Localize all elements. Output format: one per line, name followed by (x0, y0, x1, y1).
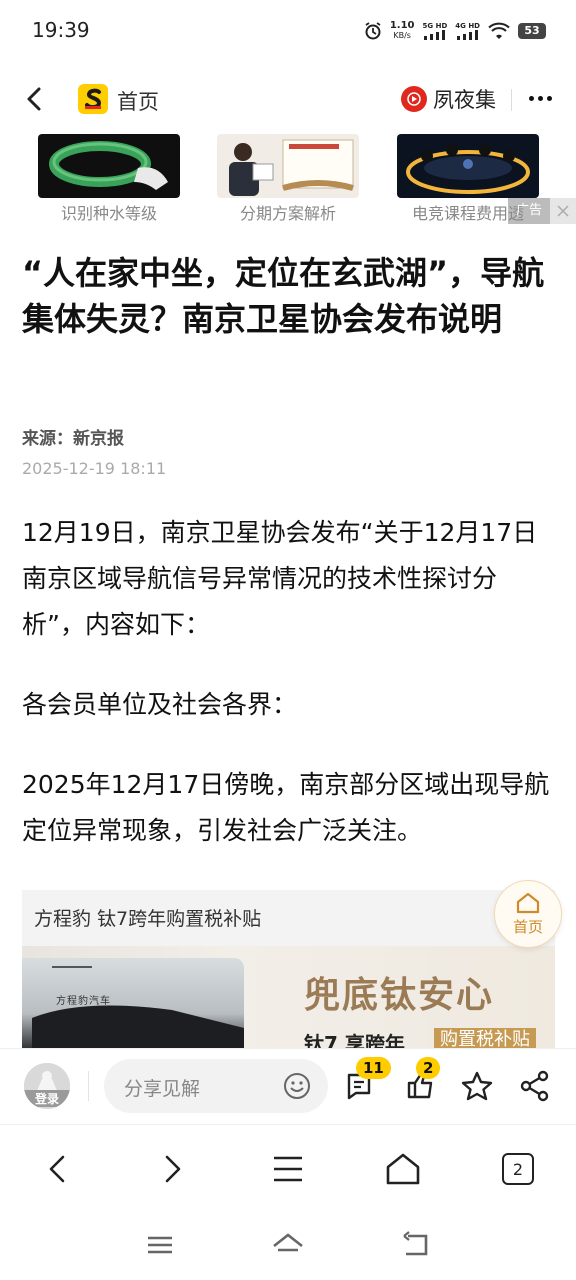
ad-brand: 方程豹汽车 (56, 996, 111, 1007)
signal-4g-label: 4G HD (455, 22, 480, 30)
login-label: 登录 (24, 1090, 70, 1107)
back-button[interactable] (20, 84, 50, 114)
signal-4g: 4G HD (455, 22, 480, 40)
ad-slogan: 兜底钛安心 (304, 974, 495, 1016)
home-link[interactable]: 首页 (117, 86, 159, 116)
article-paragraph: 2025年12月17日傍晚，南京部分区域出现导航定位异常现象，引发社会广泛关注。 (22, 770, 550, 845)
menu-icon (274, 1156, 302, 1182)
dot-icon (528, 95, 534, 101)
in-article-ad[interactable]: 方程豹 钛7跨年购置税补贴 方程豹汽车 兜底钛安心 钛7 享跨年 购置税补贴 (22, 890, 555, 1050)
avatar[interactable]: 登录 (24, 1063, 70, 1109)
home-icon (516, 892, 540, 913)
signal-5g: 5G HD (422, 22, 448, 40)
ad-title: 方程豹 钛7跨年购置税补贴 (34, 908, 262, 930)
system-nav-bar (0, 1214, 576, 1280)
comment-button[interactable]: 11 (344, 1057, 391, 1103)
battery-indicator: 53 (518, 23, 546, 39)
article-paragraph: 12月19日，南京卫星协会发布“关于12月17日南京区域导航信号异常情况的技术性… (22, 518, 538, 639)
chevron-right-icon (165, 1155, 181, 1183)
dot-icon (537, 95, 543, 101)
article-paragraph: 各会员单位及社会各界： (22, 690, 298, 719)
ad-tag: 广告 (507, 198, 576, 224)
status-time: 19:39 (32, 18, 90, 42)
chevron-left-icon (27, 87, 41, 111)
net-speed-unit: KB/s (393, 31, 411, 40)
wifi-icon (488, 22, 510, 39)
browser-toolbar: 2 (0, 1124, 576, 1214)
signal-5g-label: 5G HD (422, 22, 448, 30)
favorite-button[interactable] (460, 1069, 494, 1103)
comment-bar: 登录 分享见解 11 2 (0, 1048, 576, 1124)
share-button[interactable] (518, 1069, 552, 1103)
logo-s-icon (85, 88, 102, 110)
browser-home-button[interactable] (383, 1149, 423, 1189)
browser-forward-button[interactable] (152, 1149, 192, 1189)
dot-icon (546, 95, 552, 101)
ad-image: 方程豹汽车 兜底钛安心 钛7 享跨年 购置税补贴 (22, 946, 555, 1050)
net-speed-value: 1.10 (389, 20, 415, 31)
comment-count-badge: 11 (356, 1057, 391, 1079)
ad-caption: 分期方案解析 (239, 204, 336, 223)
floating-home-label: 首页 (512, 917, 543, 936)
nav-divider (511, 89, 512, 111)
more-menu-button[interactable] (524, 82, 556, 114)
recents-icon[interactable] (142, 1230, 178, 1260)
alarm-icon (365, 22, 381, 40)
emoji-icon[interactable] (282, 1071, 312, 1101)
system-home-icon[interactable] (270, 1230, 306, 1260)
ad-card-finance[interactable]: 分期方案解析 (217, 134, 359, 223)
signal-icon (456, 30, 478, 40)
ad-thumb-finance (217, 134, 359, 198)
app-badge-label: 夙夜集 (433, 88, 496, 112)
share-input[interactable]: 分享见解 (104, 1059, 328, 1113)
status-bar: 19:39 1.10 KB/s 5G HD 4G HD 53 (0, 0, 576, 60)
tab-count: 2 (502, 1153, 534, 1185)
ad-strip: 识别种水等级 分期方案解析 电竞课程费用透 (0, 134, 576, 226)
ad-car-image: 方程豹汽车 (22, 958, 244, 1050)
article-title: “人在家中坐，定位在玄武湖”，导航集体失灵？南京卫星协会发布说明 (22, 254, 545, 338)
browser-tabs-button[interactable]: 2 (498, 1149, 538, 1189)
ad-thumb-jade (38, 134, 180, 198)
top-nav: 首页 夙夜集 (0, 72, 576, 128)
ad-caption: 识别种水等级 (60, 204, 157, 223)
ad-close-button[interactable] (550, 198, 576, 224)
signal-icon (423, 30, 445, 40)
ad-subtag: 购置税补贴 (434, 1028, 536, 1050)
browser-back-button[interactable] (38, 1149, 78, 1189)
app-badge[interactable]: 夙夜集 (401, 84, 496, 114)
ad-label: 广告 (507, 198, 550, 224)
browser-menu-button[interactable] (268, 1149, 308, 1189)
article-source[interactable]: 来源：新京报 (22, 424, 124, 449)
share-placeholder: 分享见解 (124, 1078, 201, 1100)
comment-bar-divider (88, 1071, 89, 1101)
status-icons: 1.10 KB/s 5G HD 4G HD 53 (364, 18, 546, 44)
star-icon (461, 1071, 493, 1101)
home-icon (386, 1153, 420, 1185)
ad-thumb-esports (397, 134, 539, 198)
close-icon (557, 205, 569, 217)
chevron-left-icon (49, 1155, 65, 1183)
ad-card-jade[interactable]: 识别种水等级 (38, 134, 180, 223)
app-logo[interactable] (78, 84, 108, 114)
ad-subtitle: 钛7 享跨年 (304, 1032, 405, 1050)
like-count-badge: 2 (416, 1057, 441, 1079)
like-button[interactable]: 2 (404, 1057, 441, 1103)
play-icon (401, 86, 427, 112)
article-time: 2025-12-19 18:11 (22, 459, 167, 478)
floating-home-button[interactable]: 首页 (494, 880, 562, 948)
net-speed: 1.10 KB/s (390, 21, 415, 41)
system-back-icon[interactable] (398, 1230, 434, 1260)
share-icon (520, 1070, 549, 1102)
